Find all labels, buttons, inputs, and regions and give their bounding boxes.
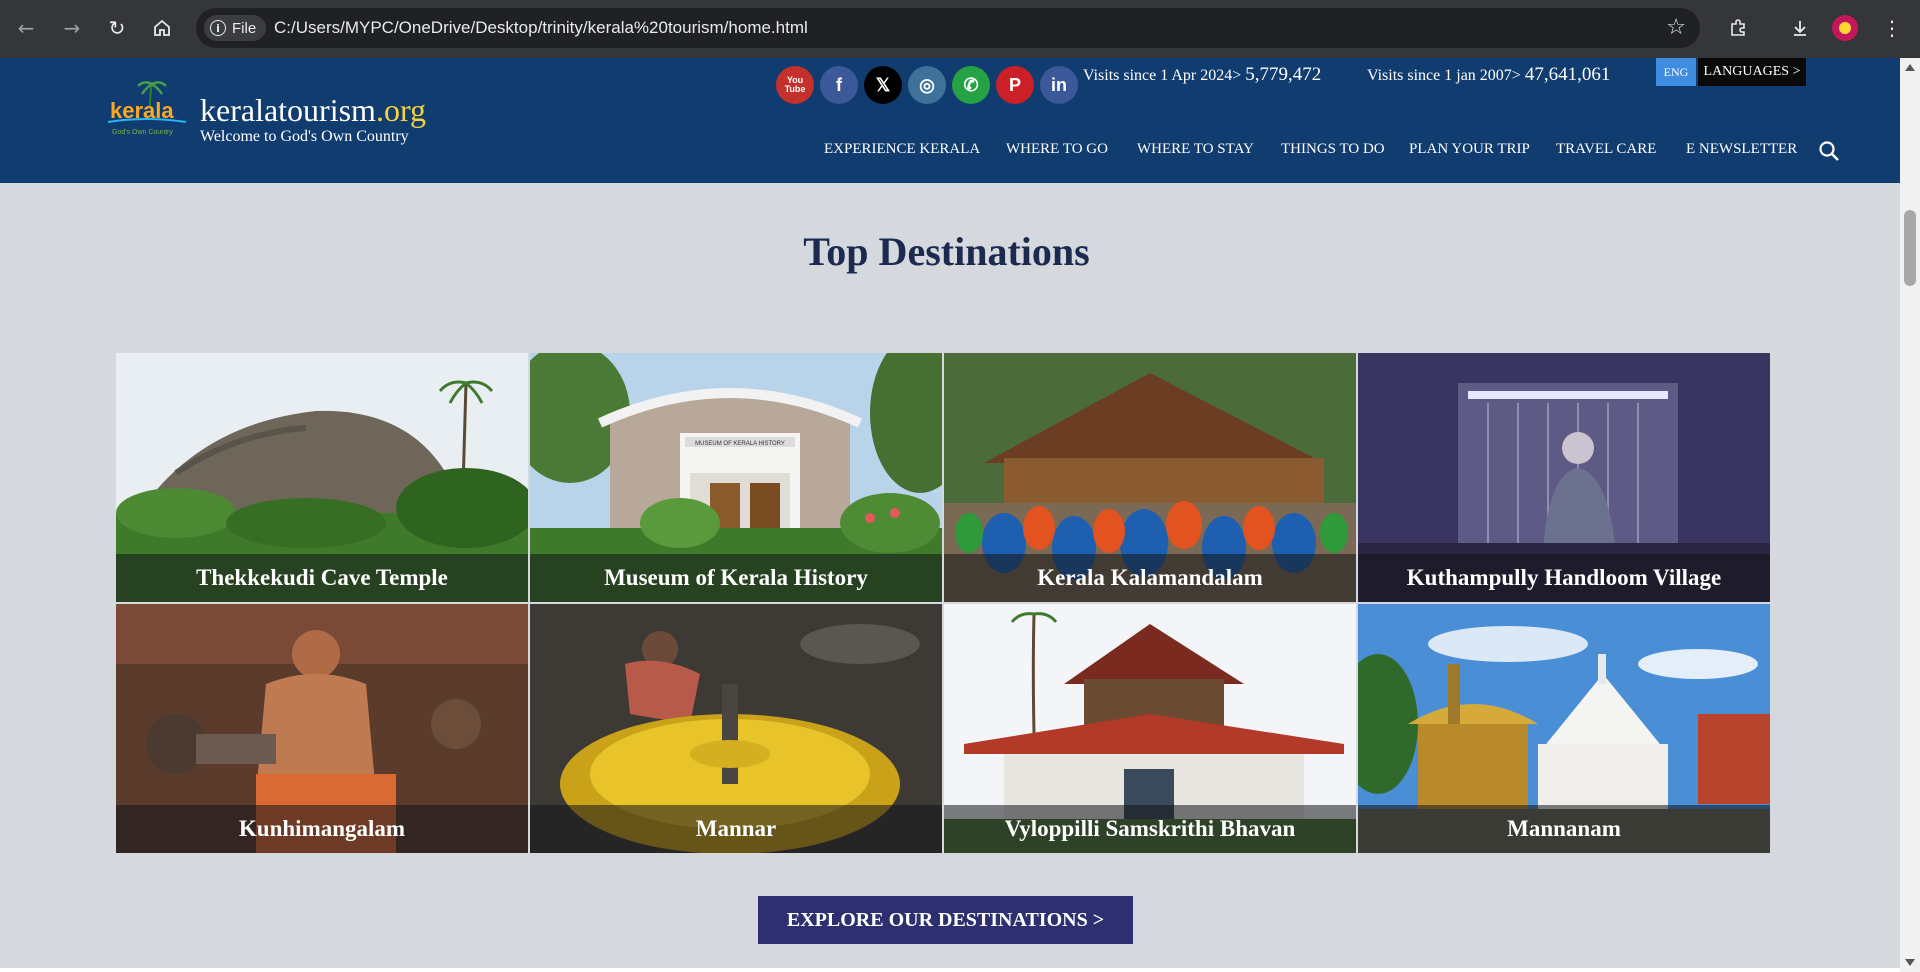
section-title: Top Destinations <box>803 229 1090 274</box>
destination-card-kerala-kalamandalam[interactable]: Kerala Kalamandalam <box>944 353 1356 602</box>
bookmark-star-icon[interactable]: ☆ <box>1666 15 1686 40</box>
scroll-thumb[interactable] <box>1904 210 1916 286</box>
destination-name: Kunhimangalam <box>116 805 528 853</box>
destination-name: Mannar <box>530 805 942 853</box>
linkedin-icon-glyph: in <box>1051 74 1067 95</box>
destination-card-vyloppilli[interactable]: Vyloppilli Samskrithi Bhavan <box>944 604 1356 853</box>
x-icon[interactable]: 𝕏 <box>864 66 902 104</box>
site-name-main: keralatourism <box>200 92 376 128</box>
kerala-logo[interactable]: kerala God's Own Country <box>106 78 188 138</box>
info-icon: i <box>210 20 226 36</box>
home-icon[interactable] <box>146 12 178 44</box>
destination-card-kuthampully[interactable]: Kuthampully Handloom Village <box>1358 353 1770 602</box>
pinterest-icon[interactable]: P <box>996 66 1034 104</box>
destination-card-mannanam[interactable]: Mannanam <box>1358 604 1770 853</box>
page-bottom-strip <box>0 968 1900 972</box>
forward-icon[interactable]: → <box>56 12 88 44</box>
url-text[interactable]: C:/Users/MYPC/OneDrive/Desktop/trinity/k… <box>274 18 808 38</box>
instagram-icon-glyph: ◎ <box>919 74 935 95</box>
address-bar[interactable]: i File C:/Users/MYPC/OneDrive/Desktop/tr… <box>196 8 1700 48</box>
visits-2007-label: Visits since 1 jan 2007> <box>1367 67 1521 84</box>
destination-card-thekkekudi[interactable]: Thekkekudi Cave Temple <box>116 353 528 602</box>
destination-card-mannar[interactable]: Mannar <box>530 604 942 853</box>
scroll-down-arrow-icon[interactable] <box>1905 959 1915 966</box>
visits-2024-count: 5,779,472 <box>1245 64 1322 85</box>
scroll-up-arrow-icon[interactable] <box>1905 64 1915 71</box>
visits-2024: Visits since 1 Apr 2024> 5,779,472 <box>1083 64 1321 86</box>
nav-where-to-go[interactable]: WHERE TO GO <box>1006 141 1108 158</box>
explore-destinations-button[interactable]: EXPLORE OUR DESTINATIONS > <box>758 896 1133 944</box>
pinterest-icon-glyph: P <box>1008 74 1021 95</box>
nav-things-to-do[interactable]: THINGS TO DO <box>1281 141 1385 158</box>
nav-e-newsletter[interactable]: E NEWSLETTER <box>1686 141 1797 158</box>
back-icon[interactable]: ← <box>10 12 42 44</box>
browser-toolbar: ← → ↻ i File C:/Users/MYPC/OneDrive/Desk… <box>0 0 1920 58</box>
search-icon[interactable] <box>1818 140 1840 162</box>
youtube-icon[interactable]: You Tube <box>776 66 814 104</box>
x-icon-glyph: 𝕏 <box>875 74 891 95</box>
reload-icon[interactable]: ↻ <box>101 12 133 44</box>
youtube-icon-glyph: You Tube <box>784 75 806 94</box>
visits-2007: Visits since 1 jan 2007> 47,641,061 <box>1367 64 1610 86</box>
visits-2024-label: Visits since 1 Apr 2024> <box>1083 67 1242 84</box>
tagline: Welcome to God's Own Country <box>200 128 409 145</box>
logo-subtext: God's Own Country <box>112 129 173 136</box>
download-icon[interactable] <box>1784 12 1816 44</box>
nav-travel-care[interactable]: TRAVEL CARE <box>1556 141 1656 158</box>
current-language[interactable]: ENG <box>1656 58 1696 86</box>
facebook-icon[interactable]: f <box>820 66 858 104</box>
facebook-icon-glyph: f <box>836 74 842 95</box>
destination-name: Museum of Kerala History <box>530 554 942 602</box>
extensions-icon[interactable] <box>1722 12 1754 44</box>
destination-card-museum-kerala-history[interactable]: MUSEUM OF KERALA HISTORY Museum of Keral… <box>530 353 942 602</box>
destination-name: Mannanam <box>1358 805 1770 853</box>
nav-where-to-stay[interactable]: WHERE TO STAY <box>1137 141 1254 158</box>
whatsapp-icon-glyph: ✆ <box>963 74 979 95</box>
linkedin-icon[interactable]: in <box>1040 66 1078 104</box>
profile-avatar[interactable] <box>1832 15 1858 41</box>
page-scrollbar[interactable] <box>1900 58 1920 972</box>
languages-button[interactable]: LANGUAGES > <box>1698 58 1806 86</box>
destination-name: Thekkekudi Cave Temple <box>116 554 528 602</box>
destination-name: Kerala Kalamandalam <box>944 554 1356 602</box>
site-name-tld: .org <box>375 92 427 128</box>
file-chip-label: File <box>232 19 257 37</box>
destination-name: Vyloppilli Samskrithi Bhavan <box>944 805 1356 853</box>
museum-sign-text: MUSEUM OF KERALA HISTORY <box>695 441 785 447</box>
instagram-icon[interactable]: ◎ <box>908 66 946 104</box>
destination-card-kunhimangalam[interactable]: Kunhimangalam <box>116 604 528 853</box>
whatsapp-icon[interactable]: ✆ <box>952 66 990 104</box>
destination-name: Kuthampully Handloom Village <box>1358 554 1770 602</box>
site-header: kerala God's Own Country keralatourism.o… <box>0 58 1900 183</box>
nav-plan-your-trip[interactable]: PLAN YOUR TRIP <box>1409 141 1530 158</box>
visits-2007-count: 47,641,061 <box>1524 64 1611 85</box>
site-info-chip[interactable]: i File <box>204 15 267 41</box>
site-name[interactable]: keralatourism.org <box>200 92 426 129</box>
more-menu-icon[interactable]: ⋮ <box>1876 12 1908 44</box>
nav-experience-kerala[interactable]: EXPERIENCE KERALA <box>824 141 980 158</box>
